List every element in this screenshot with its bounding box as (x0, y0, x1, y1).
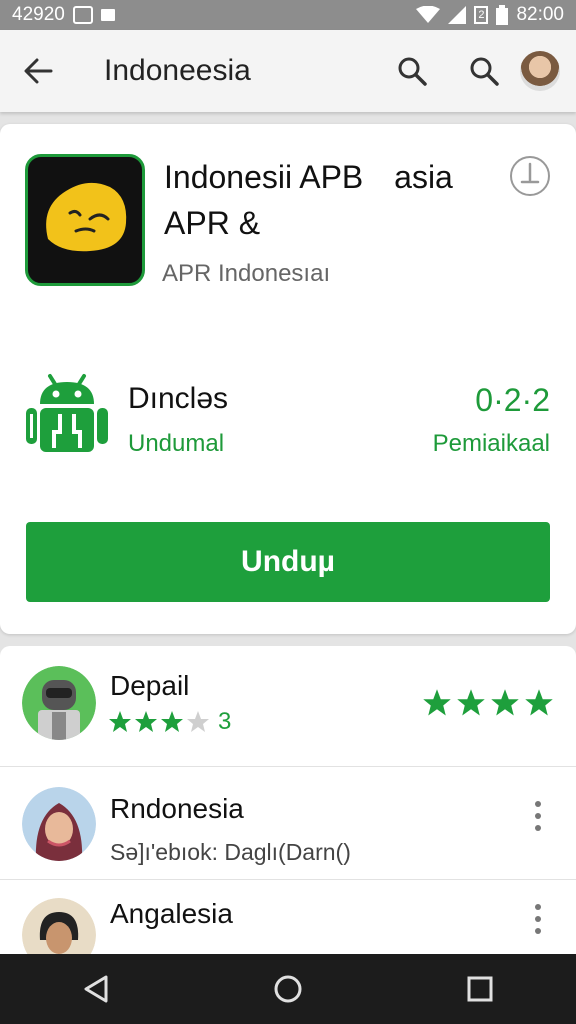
search-button[interactable] (376, 30, 448, 112)
back-button[interactable] (0, 30, 76, 112)
app-bar: Indoneesia (0, 30, 576, 112)
review-text: Sə]ı'ebıok: Daglı(Darn() (110, 839, 351, 865)
rating-stars-large (422, 688, 554, 718)
reviewer-avatar (22, 787, 96, 861)
info-icon (520, 162, 540, 184)
review-item[interactable]: Angalesia (0, 880, 576, 954)
wifi-icon (416, 6, 441, 23)
triangle-back-icon (84, 975, 108, 1003)
circle-home-icon (274, 975, 302, 1003)
search-button-2[interactable] (448, 30, 520, 112)
reviewer-name: Angalesia (110, 898, 233, 929)
app-name-line1: Indonesii APB (164, 159, 364, 195)
android-icon (26, 368, 108, 458)
app-card: Indonesii APB asia APR & APR Indonesıaı … (0, 124, 576, 634)
download-sublabel: Undumal (128, 430, 225, 457)
reviewer-name: Rndonesia (110, 793, 244, 824)
star-icon (423, 689, 451, 716)
nav-home-button[interactable] (248, 954, 328, 1024)
rating-count: 3 (218, 708, 232, 735)
star-icon (161, 711, 183, 732)
app-name-suffix: asia (394, 159, 453, 195)
nav-back-button[interactable] (56, 954, 136, 1024)
notification-icon (72, 6, 93, 24)
star-icon (525, 689, 553, 716)
app-logo-icon (46, 182, 127, 252)
download-label: Dıncləs (128, 382, 229, 415)
message-icon (100, 9, 115, 21)
star-icon (109, 711, 131, 732)
star-icon (491, 689, 519, 716)
search-icon (470, 57, 499, 86)
info-button[interactable] (510, 156, 550, 196)
navigation-bar (0, 954, 576, 1024)
detail-row[interactable]: Depail 3 (0, 646, 576, 766)
signal-icon (448, 6, 467, 24)
status-bar: 42920 2 82:00 (0, 0, 576, 30)
app-name-line2: APR & (164, 205, 261, 241)
status-time: 82:00 (516, 4, 564, 25)
more-options-button[interactable] (528, 904, 548, 934)
more-vert-icon (535, 801, 541, 807)
profile-avatar[interactable] (520, 51, 560, 91)
star-icon (457, 689, 485, 716)
version-sublabel: Pemiaikaal (432, 430, 550, 457)
detail-title: Depail (110, 670, 190, 701)
square-recents-icon (467, 976, 493, 1002)
reviews-card: Depail 3 Rndonesia Sə]ı'ebıok: Daglı(Dar (0, 646, 576, 954)
more-vert-icon (535, 904, 541, 910)
reviewer-avatar (22, 898, 96, 954)
install-button[interactable]: Unduµ (26, 522, 550, 602)
arrow-left-icon (24, 58, 53, 84)
more-options-button[interactable] (528, 801, 548, 831)
app-developer[interactable]: APR Indonesıaı (162, 260, 330, 288)
sim-icon: 2 (474, 6, 489, 24)
review-item[interactable]: Rndonesia Sə]ı'ebıok: Daglı(Darn() (0, 767, 576, 879)
star-icon (135, 711, 157, 732)
app-name: Indonesii APB asia (164, 154, 453, 200)
search-icon (398, 57, 427, 86)
robot-avatar (22, 666, 96, 740)
page-title: Indoneesia (104, 54, 251, 87)
battery-icon (496, 5, 509, 25)
app-icon[interactable] (25, 154, 145, 286)
nav-recents-button[interactable] (440, 954, 520, 1024)
version-value: 0·2·2 (475, 382, 550, 418)
status-time-left: 42920 (12, 4, 65, 25)
star-empty-icon (187, 711, 209, 732)
rating-stars-small: 3 (108, 710, 231, 734)
